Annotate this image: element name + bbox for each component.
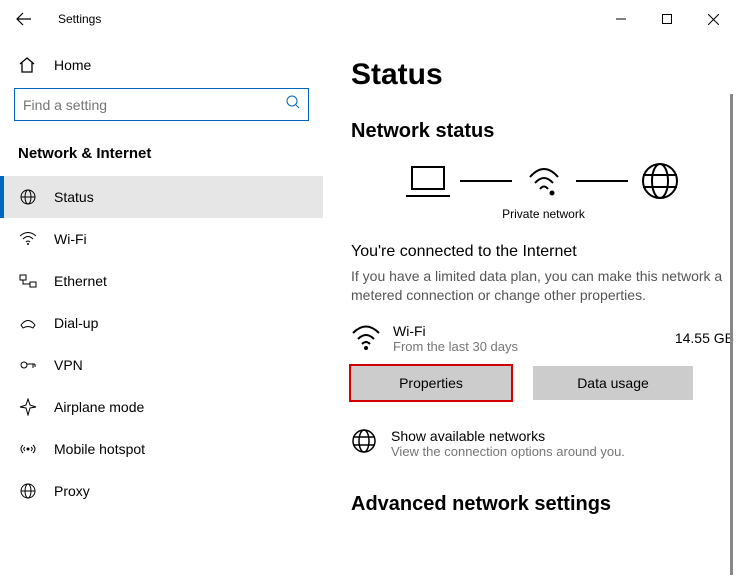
section-heading: Network status	[351, 120, 736, 143]
button-row: Properties Data usage	[351, 366, 736, 400]
sidebar-item-airplane[interactable]: Airplane mode	[0, 386, 323, 428]
data-usage-button[interactable]: Data usage	[533, 366, 693, 400]
home-label: Home	[54, 57, 91, 73]
titlebar: Settings	[0, 0, 736, 38]
wifi-icon	[18, 232, 38, 246]
properties-button[interactable]: Properties	[351, 366, 511, 400]
usage-period: From the last 30 days	[393, 339, 518, 354]
nav-label: Wi-Fi	[54, 231, 87, 247]
network-diagram	[351, 161, 736, 201]
wifi-usage-row: Wi-Fi From the last 30 days 14.55 GB	[351, 323, 736, 354]
network-name: Wi-Fi	[393, 323, 518, 339]
wifi-signal-icon	[512, 163, 576, 199]
search-input[interactable]	[14, 88, 309, 121]
sidebar-item-wifi[interactable]: Wi-Fi	[0, 218, 323, 260]
content: Status Network status Private network Yo…	[323, 38, 736, 583]
search-icon	[286, 95, 300, 114]
available-title: Show available networks	[391, 428, 625, 444]
page-title: Status	[351, 58, 736, 92]
section-title: Network & Internet	[0, 121, 323, 176]
sidebar-item-hotspot[interactable]: Mobile hotspot	[0, 428, 323, 470]
maximize-icon	[662, 14, 672, 24]
nav-label: Status	[54, 189, 94, 205]
minimize-button[interactable]	[598, 0, 644, 38]
sidebar-item-dialup[interactable]: Dial-up	[0, 302, 323, 344]
connection-description: If you have a limited data plan, you can…	[351, 267, 736, 305]
show-networks-link[interactable]: Show available networks View the connect…	[351, 428, 736, 459]
sidebar: Home Network & Internet Status Wi-Fi Eth…	[0, 38, 323, 583]
status-icon	[18, 188, 38, 206]
available-subtitle: View the connection options around you.	[391, 444, 625, 459]
nav-label: Mobile hotspot	[54, 441, 145, 457]
maximize-button[interactable]	[644, 0, 690, 38]
close-button[interactable]	[690, 0, 736, 38]
connection-status: You're connected to the Internet	[351, 243, 736, 261]
ethernet-icon	[18, 274, 38, 288]
dialup-icon	[18, 316, 38, 330]
nav-label: Proxy	[54, 483, 90, 499]
sidebar-item-proxy[interactable]: Proxy	[0, 470, 323, 512]
nav-label: Ethernet	[54, 273, 107, 289]
diagram-line	[460, 180, 512, 182]
sidebar-item-home[interactable]: Home	[0, 56, 323, 74]
proxy-icon	[18, 482, 38, 500]
wifi-icon	[351, 325, 381, 351]
search-field[interactable]	[23, 97, 286, 113]
nav-label: Dial-up	[54, 315, 98, 331]
window-title: Settings	[58, 12, 101, 26]
sidebar-item-vpn[interactable]: VPN	[0, 344, 323, 386]
sidebar-item-ethernet[interactable]: Ethernet	[0, 260, 323, 302]
nav-label: VPN	[54, 357, 83, 373]
globe-icon	[351, 428, 377, 454]
device-icon	[396, 163, 460, 199]
back-button[interactable]	[16, 11, 40, 27]
network-type-label: Private network	[351, 207, 736, 221]
diagram-line	[576, 180, 628, 182]
nav-label: Airplane mode	[54, 399, 144, 415]
window-controls	[598, 0, 736, 38]
sidebar-item-status[interactable]: Status	[0, 176, 323, 218]
minimize-icon	[616, 14, 626, 24]
vpn-icon	[18, 358, 38, 372]
hotspot-icon	[18, 442, 38, 456]
close-icon	[708, 14, 719, 25]
airplane-icon	[18, 398, 38, 416]
globe-icon	[628, 161, 692, 201]
scrollbar[interactable]	[730, 94, 733, 575]
data-used: 14.55 GB	[675, 330, 734, 346]
advanced-heading: Advanced network settings	[351, 493, 736, 516]
arrow-left-icon	[16, 11, 32, 27]
home-icon	[18, 56, 36, 74]
